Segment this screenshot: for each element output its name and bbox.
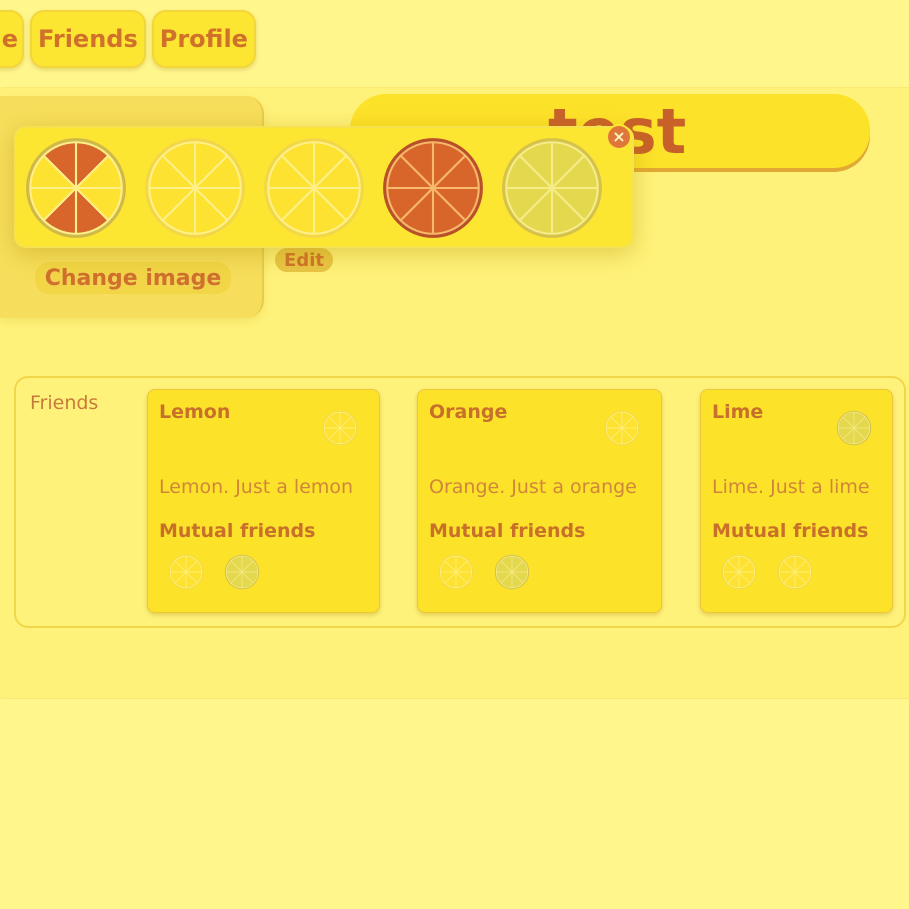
lime-icon	[836, 410, 872, 446]
mutual-friends-heading: Mutual friends	[712, 520, 869, 542]
lemon-icon	[322, 410, 358, 446]
lemon-icon	[604, 410, 640, 446]
lime-icon	[502, 138, 602, 238]
mutual-friend-avatar[interactable]	[721, 554, 757, 590]
lime-icon	[500, 136, 604, 240]
friend-name: Lemon	[159, 401, 231, 423]
lemon-icon	[168, 554, 204, 590]
orange-icon	[381, 136, 485, 240]
lime-icon	[494, 554, 530, 590]
avatar-option-4[interactable]	[381, 136, 485, 240]
top-nav: e Friends Profile	[0, 10, 256, 68]
avatar-option-2[interactable]	[143, 136, 247, 240]
friend-card-orange[interactable]: Orange Orange. Just a orange Mutual frie…	[417, 389, 662, 613]
friend-description: Lime. Just a lime	[712, 476, 870, 498]
friend-avatar	[836, 410, 872, 446]
lemon-icon	[262, 136, 366, 240]
lemon-icon	[168, 554, 204, 590]
lime-icon	[494, 554, 530, 590]
lemon-icon	[143, 136, 247, 240]
nav-tab-friends[interactable]: Friends	[30, 10, 146, 68]
mutual-friends-heading: Mutual friends	[159, 520, 316, 542]
mutual-friend-avatar[interactable]	[224, 554, 260, 590]
nav-tab-friends-label: Friends	[38, 25, 138, 53]
lemon-orange-split-icon	[26, 138, 126, 238]
mutual-friends-heading: Mutual friends	[429, 520, 586, 542]
friend-card-lemon[interactable]: Lemon Lemon. Just a lemon Mutual friends	[147, 389, 380, 613]
friend-avatar	[322, 410, 358, 446]
lemon-icon	[604, 410, 640, 446]
lemon-icon	[264, 138, 364, 238]
mutual-friend-avatar[interactable]	[168, 554, 204, 590]
friend-card-lime[interactable]: Lime Lime. Just a lime Mutual friends	[700, 389, 893, 613]
lemon-icon	[777, 554, 813, 590]
friend-name: Lime	[712, 401, 764, 423]
mutual-friend-avatar[interactable]	[438, 554, 474, 590]
friend-description: Lemon. Just a lemon	[159, 476, 354, 498]
lemon-icon	[777, 554, 813, 590]
change-image-button[interactable]: Change image	[35, 262, 231, 294]
lime-icon	[224, 554, 260, 590]
friend-name: Orange	[429, 401, 508, 423]
nav-tab-profile[interactable]: Profile	[151, 10, 256, 68]
lemon-icon	[438, 554, 474, 590]
lemon-icon	[721, 554, 757, 590]
avatar-option-1[interactable]	[24, 136, 128, 240]
friend-description: Orange. Just a orange	[429, 476, 637, 498]
edit-button[interactable]: Edit	[275, 248, 333, 272]
lemon-icon	[438, 554, 474, 590]
lemon-orange-split-icon	[24, 136, 128, 240]
orange-icon	[383, 138, 483, 238]
avatar-option-5[interactable]	[500, 136, 604, 240]
friends-section-label: Friends	[30, 392, 99, 414]
nav-tab-home[interactable]: e	[0, 10, 24, 68]
friend-avatar	[604, 410, 640, 446]
lemon-icon	[721, 554, 757, 590]
lime-icon	[224, 554, 260, 590]
lemon-icon	[145, 138, 245, 238]
avatar-picker	[14, 126, 634, 248]
close-picker-button[interactable]: ×	[608, 126, 630, 148]
nav-tab-profile-label: Profile	[159, 25, 248, 53]
mutual-friend-avatar[interactable]	[777, 554, 813, 590]
lemon-icon	[322, 410, 358, 446]
nav-tab-home-label: e	[1, 25, 18, 53]
avatar-option-3[interactable]	[262, 136, 366, 240]
mutual-friend-avatar[interactable]	[494, 554, 530, 590]
lime-icon	[836, 410, 872, 446]
